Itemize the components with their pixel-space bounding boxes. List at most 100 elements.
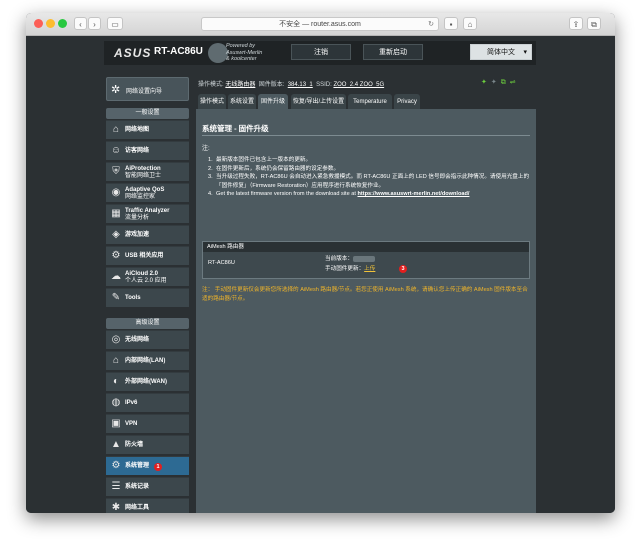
reload-icon[interactable]: ↻ [428, 18, 434, 32]
tab-item[interactable]: 固件升级 [258, 94, 288, 110]
sidebar-item[interactable]: ✱ 网络工具 [106, 498, 189, 513]
sidebar-item-label: 外部网络(WAN) [125, 379, 167, 385]
title-divider [202, 135, 530, 136]
quick-setup-label: 网络设置向导 [126, 89, 163, 95]
upload-link[interactable]: 上传 [364, 266, 375, 272]
firmware-label: 固件版本: [258, 82, 285, 88]
sidebar-item[interactable]: ◐ 外部网络(WAN) [106, 372, 189, 391]
status-bar: 操作模式: 无线路由器 固件版本: 384.13_1 SSID: ZOO_2.4… [198, 79, 384, 88]
sidebar-toggle-icon[interactable]: ▭ [107, 17, 123, 30]
sidebar-item[interactable]: ▣ VPN [106, 414, 189, 433]
link-status-icon[interactable]: ⧉ [501, 79, 510, 86]
aicloud-icon: ☁ [111, 271, 121, 282]
vpn-icon: ▣ [111, 418, 121, 429]
tab-item[interactable]: 系统设置 [228, 94, 256, 110]
language-select[interactable]: 简体中文 ▾ [470, 44, 532, 60]
close-window-button[interactable] [34, 19, 43, 28]
step-badge-1: 1 [154, 463, 162, 471]
sidebar-item-label: 游戏加速 [125, 232, 150, 238]
guest-status-icon[interactable]: ✦ [491, 79, 501, 86]
sidebar-item[interactable]: ⚙ 系统管理 [106, 456, 189, 475]
sidebar-item[interactable]: ◎ 无线网络 [106, 330, 189, 349]
sidebar-item[interactable]: ☁ AiCloud 2.0 个人云 2.0 应用 [106, 267, 189, 286]
sidebar-item[interactable]: ☰ 系统记录 [106, 477, 189, 496]
traffic-analyzer-icon: ▦ [111, 208, 121, 219]
sidebar-item[interactable]: ◍ IPv6 [106, 393, 189, 412]
step-badge-3: 3 [399, 265, 407, 273]
sidebar-item-label: IPv6 [125, 400, 138, 406]
language-label: 简体中文 [487, 49, 515, 56]
sidebar-item[interactable]: ◈ 游戏加速 [106, 225, 189, 244]
network-tools-icon: ✱ [111, 502, 121, 513]
lan-icon: ⌂ [112, 355, 120, 366]
note-item: 3. 当升级过程失败，RT-AC86U 会自动进入紧急救援模式。而 RT-AC86… [208, 174, 530, 189]
sidebar-item[interactable]: ◉ Adaptive QoS 网络监控家 [106, 183, 189, 202]
sidebar-item-sublabel: 个人云 2.0 应用 [125, 277, 167, 284]
network-map-icon: ⌂ [112, 124, 120, 135]
game-boost-icon: ◈ [112, 229, 120, 240]
sidebar-item-sublabel: 流量分析 [125, 214, 150, 221]
tab-item[interactable]: Privacy [394, 94, 420, 110]
firmware-value-link[interactable]: 384.13_1 [288, 82, 313, 88]
sidebar-item[interactable]: ⌂ 内部网络(LAN) [106, 351, 189, 370]
address-bar[interactable]: 不安全 — router.asus.com ↻ [201, 17, 439, 31]
sidebar-item-label: 防火墙 [125, 442, 144, 448]
asus-logo: ASUS [114, 46, 152, 60]
note-item: 4. Get the latest firmware version from t… [208, 191, 470, 198]
tab-item[interactable]: 恢复/导出/上传设置 [291, 94, 346, 110]
advanced-section-header: 高级设置 [106, 318, 189, 329]
note-item: 2. 在固件更新后，系统仍会保留路由器的设定参数。 [208, 165, 340, 172]
tab-item[interactable]: 操作模式 [198, 94, 226, 110]
guest-network-icon: ☺ [110, 145, 122, 156]
administration-icon: ⚙ [111, 460, 121, 471]
mode-value-link[interactable]: 无线路由器 [225, 82, 255, 88]
minimize-window-button[interactable] [46, 19, 55, 28]
sidebar-item-sublabel: 网络监控家 [125, 193, 156, 200]
home-icon[interactable]: ⌂ [463, 17, 477, 30]
sidebar-item[interactable]: ☺ 访客网络 [106, 141, 189, 160]
sidebar-item-label: 系统管理 [125, 463, 150, 469]
mode-label: 操作模式: [198, 82, 224, 88]
sidebar-item-label: 访客网络 [125, 148, 150, 154]
note-item: 1. 最新版本固件已包含上一版本的更新。 [208, 157, 312, 163]
sidebar-item-label: AiProtection [125, 165, 161, 172]
sidebar-item-label: 内部网络(LAN) [125, 358, 166, 364]
status-icons: ✦✦⧉⇌ [481, 78, 520, 87]
quick-setup-button[interactable]: ✲ 网络设置向导 [106, 77, 189, 101]
sidebar-item[interactable]: ⚙ USB 相关应用 [106, 246, 189, 265]
model-name: RT-AC86U [154, 46, 203, 57]
browser-titlebar: ‹ › ▭ 不安全 — router.asus.com ↻ ▪ ⌂ ⇪ ⧉ [26, 13, 615, 36]
tabs-overview-icon[interactable]: ⧉ [587, 17, 601, 30]
usb-icon: ⚙ [111, 250, 121, 261]
download-link[interactable]: https://www.asuswrt-merlin.net/download/ [357, 191, 469, 197]
extension-icon[interactable]: ▪ [444, 17, 458, 30]
sidebar-item[interactable]: ▲ 防火墙 [106, 435, 189, 454]
maximize-window-button[interactable] [58, 19, 67, 28]
sidebar-item-sublabel: 智能网络卫士 [125, 172, 162, 179]
page-title: 系统管理 - 固件升级 [202, 124, 269, 133]
powered-line-3: & koolcenter [226, 56, 257, 62]
back-button[interactable]: ‹ [74, 17, 87, 30]
reboot-button[interactable]: 重新启动 [363, 44, 423, 60]
sidebar-item[interactable]: ⛨ AiProtection 智能网络卫士 [106, 162, 189, 181]
wand-icon: ✲ [111, 84, 121, 96]
sidebar-item[interactable]: ✎ Tools [106, 288, 189, 307]
general-section-header: 一般设置 [106, 108, 189, 119]
tab-item[interactable]: Temperature [348, 94, 392, 110]
manual-update: 手动固件更新：上传 [325, 266, 376, 272]
aimesh-router-name: RT-AC86U [208, 260, 235, 266]
share-icon[interactable]: ⇪ [569, 17, 583, 30]
sidebar-item[interactable]: ⌂ 网络地图 [106, 120, 189, 139]
sidebar-item[interactable]: ▦ Traffic Analyzer 流量分析 [106, 204, 189, 223]
warning-text: 注： 手动固件更新仅会更新您所选择的 AiMesh 路由器/节点。若您正使用 A… [202, 287, 528, 302]
notes-list: 1. 最新版本固件已包含上一版本的更新。 2. 在固件更新后，系统仍会保留路由器的设… [208, 156, 530, 199]
wifi-status-icon[interactable]: ✦ [481, 79, 491, 86]
forward-button[interactable]: › [88, 17, 101, 30]
sidebar-item-label: VPN [125, 421, 138, 427]
router-page: ASUS RT-AC86U Powered by Asuswrt-Merlin … [26, 36, 615, 513]
logout-button[interactable]: 注销 [291, 44, 351, 60]
ssid-values[interactable]: ZOO_2.4 ZOO_5G [333, 82, 384, 88]
aimesh-table: AiMesh 路由器 RT-AC86U 当前版本： 手动固件更新：上传 3 [202, 241, 530, 279]
usb-status-icon[interactable]: ⇌ [510, 79, 520, 86]
address-text: 不安全 — router.asus.com [279, 21, 361, 28]
